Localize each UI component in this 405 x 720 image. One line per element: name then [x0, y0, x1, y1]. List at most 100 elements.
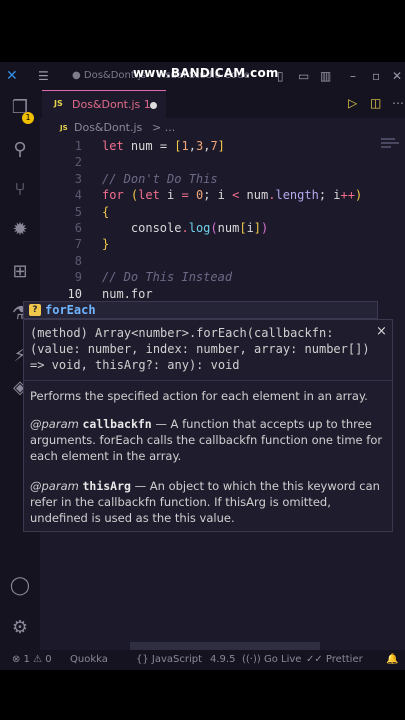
- code-token: 7: [210, 139, 218, 153]
- problems-status[interactable]: ⊗ 1 ⚠ 0: [12, 654, 52, 665]
- js-file-icon: JS: [54, 99, 63, 108]
- code-line[interactable]: 10 num.for: [40, 286, 380, 302]
- param-name: callbackfn: [82, 417, 152, 431]
- code-token: (: [210, 221, 218, 235]
- breadcrumb-file[interactable]: Dos&Dont.js: [74, 121, 142, 134]
- typescript-version[interactable]: 4.9.5: [210, 654, 235, 665]
- method-description: Performs the specified action for each e…: [30, 389, 368, 403]
- extensions-icon[interactable]: ⊞: [8, 260, 32, 284]
- code-line[interactable]: 2: [40, 154, 380, 170]
- code-token: ): [354, 188, 363, 203]
- horizontal-scrollbar[interactable]: [130, 642, 320, 650]
- line-number: 8: [74, 253, 82, 268]
- code-token: =: [181, 188, 196, 203]
- settings-icon[interactable]: ⚙: [8, 616, 32, 640]
- minimize-icon[interactable]: –: [350, 68, 356, 84]
- code-token: let: [138, 188, 168, 203]
- code-token: ]: [253, 221, 262, 235]
- tab-label: Dos&Dont.js 1: [72, 98, 151, 111]
- code-token: ; i: [318, 188, 341, 203]
- status-bar: ⊗ 1 ⚠ 0 Quokka {} JavaScript 4.9.5 ((·))…: [0, 650, 405, 670]
- layout-custom-icon[interactable]: ▥: [320, 68, 331, 84]
- line-number: 3: [74, 171, 82, 186]
- code-token: let: [102, 139, 131, 153]
- run-icon[interactable]: ▷: [348, 96, 357, 110]
- close-icon[interactable]: ×: [376, 324, 387, 339]
- video-top-bar: [0, 0, 405, 62]
- tab-dos-and-dont[interactable]: JS Dos&Dont.js 1: [42, 90, 166, 118]
- layout-panel-icon[interactable]: ▭: [298, 68, 309, 84]
- code-token: for: [102, 188, 131, 203]
- code-text: num.for: [102, 286, 153, 302]
- suggestion-label: forEach: [45, 303, 96, 317]
- param-name: thisArg: [82, 479, 131, 493]
- line-number: 4: [74, 188, 82, 203]
- line-number: 10: [67, 286, 82, 301]
- unsaved-dot-icon[interactable]: [150, 102, 157, 109]
- suggestion-item-foreach[interactable]: ? forEach: [23, 301, 378, 319]
- method-signature: (method) Array<number>.forEach(callbackf…: [30, 326, 370, 372]
- hover-documentation: (method) Array<number>.forEach(callbackf…: [23, 319, 393, 532]
- notifications-icon[interactable]: 🔔: [386, 654, 398, 665]
- menu-icon[interactable]: ☰: [38, 68, 49, 84]
- minimap[interactable]: [381, 138, 401, 152]
- recording-watermark: www.BANDICAM.com: [133, 66, 279, 80]
- param-tag: @param: [30, 417, 79, 431]
- code-token: i: [246, 221, 254, 235]
- code-line[interactable]: 9 // Do This Instead: [40, 269, 380, 285]
- account-icon[interactable]: ◯: [8, 574, 32, 598]
- code-token: i: [167, 188, 182, 203]
- code-token: num: [217, 221, 240, 235]
- code-token: <: [232, 188, 247, 203]
- maximize-icon[interactable]: ▫: [372, 68, 380, 84]
- method-icon: ?: [29, 304, 41, 316]
- code-line[interactable]: 4 for (let i = 0; i < num.length; i++): [40, 187, 380, 203]
- more-actions-icon[interactable]: ⋯: [392, 96, 404, 110]
- code-text: {: [102, 204, 109, 220]
- quokka-status[interactable]: Quokka: [70, 654, 108, 665]
- line-number: 9: [74, 270, 82, 285]
- code-line[interactable]: 1 let num = [1,3,7]: [40, 138, 380, 154]
- code-token: [: [174, 139, 182, 153]
- breadcrumb: JS Dos&Dont.js > ...: [40, 118, 405, 138]
- code-text: // Do This Instead: [102, 269, 232, 285]
- code-token: =: [159, 139, 175, 153]
- code-text: for (let i = 0; i < num.length; i++): [102, 187, 362, 203]
- code-token: }: [102, 237, 110, 252]
- debug-icon[interactable]: ✹: [8, 218, 32, 242]
- problems-badge: 1: [22, 112, 34, 124]
- tab-bar: JS Dos&Dont.js 1 ▷ ◫ ⋯: [40, 90, 405, 118]
- code-token: num: [130, 139, 160, 153]
- code-token: // Don't Do This: [102, 171, 218, 186]
- source-control-icon[interactable]: ⑂: [8, 178, 32, 202]
- split-editor-icon[interactable]: ◫: [370, 96, 381, 110]
- code-line[interactable]: 3 // Don't Do This: [40, 171, 380, 187]
- video-bottom-bar: [0, 670, 405, 720]
- prettier-status[interactable]: ✓✓ Prettier: [306, 654, 363, 665]
- search-icon[interactable]: ⚲: [8, 138, 32, 162]
- line-number: 1: [74, 139, 82, 153]
- code-token: num: [246, 188, 269, 203]
- divider: [24, 380, 392, 381]
- code-line[interactable]: 7}: [40, 236, 380, 252]
- code-token: [: [239, 221, 247, 235]
- code-token: ,: [188, 139, 196, 153]
- close-window-icon[interactable]: ✕: [392, 68, 402, 84]
- js-file-icon: JS: [60, 124, 68, 132]
- breadcrumb-more[interactable]: > ...: [152, 121, 175, 134]
- code-text: }: [102, 236, 109, 252]
- code-token: ++: [340, 188, 355, 203]
- code-line[interactable]: 5{: [40, 204, 380, 220]
- code-line[interactable]: 8: [40, 253, 380, 269]
- param-callbackfn: @param callbackfn — A function that acce…: [30, 416, 386, 464]
- code-text: let num = [1,3,7]: [102, 138, 225, 154]
- code-token: {: [102, 204, 110, 219]
- code-token: 1: [181, 139, 189, 153]
- language-mode[interactable]: {} JavaScript: [136, 654, 202, 665]
- code-line[interactable]: 6 console.log(num[i]): [40, 220, 380, 236]
- code-text: // Don't Do This: [102, 171, 218, 187]
- line-number: 5: [74, 204, 82, 219]
- go-live-button[interactable]: ((·)) Go Live: [242, 654, 301, 665]
- code-token: num.for: [102, 286, 153, 301]
- code-token: ]: [217, 139, 225, 153]
